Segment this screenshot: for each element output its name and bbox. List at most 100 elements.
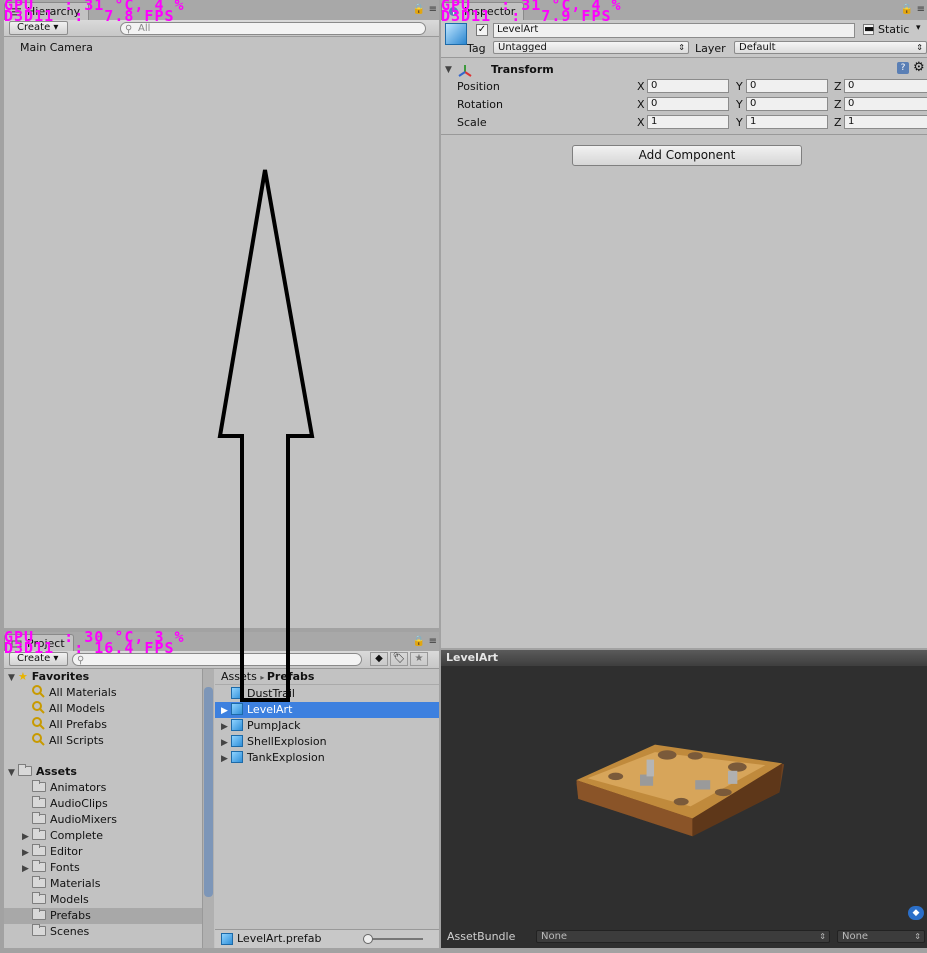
- favorite-star-icon[interactable]: ★: [410, 652, 428, 666]
- panel-menu-icon[interactable]: ≡: [429, 4, 437, 15]
- prefab-item[interactable]: DustTrail: [215, 686, 439, 702]
- transform-y-field[interactable]: 0: [746, 79, 828, 93]
- static-label: Static: [878, 23, 910, 36]
- transform-z-field[interactable]: 0: [844, 79, 927, 93]
- search-filter-icon: [32, 733, 45, 746]
- assets-header[interactable]: ▼ Assets: [8, 764, 77, 780]
- folder-icon: [32, 812, 46, 824]
- perf-overlay-hierarchy: GPU : 31 °C, 4 % D3D11 : 7.8 FPS: [4, 0, 185, 25]
- static-dropdown-icon[interactable]: ▾: [916, 23, 921, 33]
- preview-title: LevelArt: [446, 651, 499, 664]
- assetbundle-label: AssetBundle: [447, 930, 516, 943]
- folder-label: Prefabs: [50, 909, 91, 922]
- axis-label-y: Y: [736, 80, 743, 93]
- expand-arrow-icon[interactable]: ▶: [221, 735, 231, 751]
- filter-by-type-icon[interactable]: ◆: [370, 652, 388, 666]
- layer-dropdown[interactable]: Default ⇕: [734, 41, 927, 54]
- folder-item[interactable]: Models: [4, 892, 202, 908]
- folder-label: Animators: [50, 781, 107, 794]
- assetbundle-variant-dropdown[interactable]: None ⇕: [837, 930, 925, 943]
- folder-item[interactable]: ▶ Fonts: [4, 860, 202, 876]
- favorite-item[interactable]: All Scripts: [32, 733, 104, 749]
- favorite-label: All Materials: [49, 686, 117, 699]
- folder-icon: [32, 876, 46, 888]
- folder-item[interactable]: Prefabs: [4, 908, 202, 924]
- prefab-item[interactable]: ▶ ShellExplosion: [215, 734, 439, 750]
- transform-x-field[interactable]: 0: [647, 79, 729, 93]
- favorite-item[interactable]: All Models: [32, 701, 105, 717]
- folder-item[interactable]: AudioClips: [4, 796, 202, 812]
- folder-item[interactable]: AudioMixers: [4, 812, 202, 828]
- search-filter-icon: [32, 701, 45, 714]
- scrollbar-thumb[interactable]: [204, 687, 213, 897]
- transform-y-field[interactable]: 1: [746, 115, 828, 129]
- expand-arrow-icon[interactable]: ▶: [22, 829, 32, 845]
- object-name-value: LevelArt: [497, 24, 539, 35]
- folder-icon: [32, 924, 46, 936]
- transform-x-field[interactable]: 1: [647, 115, 729, 129]
- folder-item[interactable]: Materials: [4, 876, 202, 892]
- favorites-header[interactable]: ▼ ★ Favorites: [8, 669, 89, 685]
- expand-arrow-icon[interactable]: ▶: [221, 719, 231, 735]
- collapse-arrow-icon[interactable]: ▼: [445, 65, 455, 75]
- prefab-cube-icon: [231, 719, 243, 731]
- folder-icon: [18, 764, 32, 776]
- star-icon: ★: [18, 670, 28, 683]
- tag-dropdown[interactable]: Untagged ⇕: [493, 41, 689, 54]
- transform-row-label: Rotation: [457, 98, 504, 111]
- assetbundle-tag-icon[interactable]: ◆: [908, 906, 924, 920]
- panel-menu-icon[interactable]: ≡: [429, 636, 437, 647]
- transform-row-label: Position: [457, 80, 500, 93]
- folder-item[interactable]: Animators: [4, 780, 202, 796]
- expand-arrow-icon[interactable]: ▶: [22, 845, 32, 861]
- prefab-item[interactable]: ▶ TankExplosion: [215, 750, 439, 766]
- tag-label: Tag: [467, 42, 486, 55]
- favorite-item[interactable]: All Materials: [32, 685, 117, 701]
- favorite-label: All Scripts: [49, 734, 104, 747]
- axis-label-x: X: [637, 116, 645, 129]
- icon-size-slider[interactable]: [363, 934, 423, 944]
- prefab-cube-icon: [231, 735, 243, 747]
- axis-label-z: Z: [834, 116, 842, 129]
- expand-arrow-icon[interactable]: ▶: [22, 861, 32, 877]
- filter-by-label-icon[interactable]: 🏷: [390, 652, 408, 666]
- favorite-label: All Prefabs: [49, 718, 107, 731]
- slider-thumb[interactable]: [363, 934, 373, 944]
- search-filter-icon: [32, 685, 45, 698]
- panel-menu-icon[interactable]: ≡: [917, 4, 925, 15]
- breadcrumb-assets[interactable]: Assets: [221, 670, 257, 683]
- expand-arrow-icon[interactable]: ▶: [221, 751, 231, 767]
- prefab-item[interactable]: ▶ PumpJack: [215, 718, 439, 734]
- folder-item[interactable]: Scenes: [4, 924, 202, 940]
- transform-component: ▼ Transform ? ⚙ Position X 0 Y 0 Z 0 Rotation X 0…: [441, 59, 927, 135]
- assetbundle-dropdown[interactable]: None ⇕: [536, 930, 830, 943]
- hierarchy-item-main-camera[interactable]: Main Camera: [20, 40, 93, 56]
- lock-icon[interactable]: 🔒: [413, 4, 425, 15]
- settings-gear-icon[interactable]: ⚙: [913, 60, 925, 75]
- lock-icon[interactable]: 🔒: [413, 636, 425, 647]
- preview-header: LevelArt: [441, 650, 927, 666]
- object-name-field[interactable]: LevelArt: [493, 23, 855, 38]
- transform-z-field[interactable]: 1: [844, 115, 927, 129]
- expand-arrow-icon[interactable]: ▶: [221, 703, 231, 719]
- folder-tree-scrollbar[interactable]: [202, 669, 214, 948]
- breadcrumb-prefabs[interactable]: Prefabs: [267, 670, 315, 683]
- static-checkbox[interactable]: ▬: [863, 23, 874, 35]
- add-component-button[interactable]: Add Component: [572, 145, 802, 166]
- transform-x-field[interactable]: 0: [647, 97, 729, 111]
- folder-item[interactable]: ▶ Editor: [4, 844, 202, 860]
- folder-label: Editor: [50, 845, 83, 858]
- lock-icon[interactable]: 🔒: [901, 4, 913, 15]
- favorite-item[interactable]: All Prefabs: [32, 717, 107, 733]
- prefab-item[interactable]: ▶ LevelArt: [215, 702, 439, 718]
- prefab-label: DustTrail: [247, 687, 295, 700]
- transform-y-field[interactable]: 0: [746, 97, 828, 111]
- axis-label-x: X: [637, 80, 645, 93]
- help-icon[interactable]: ?: [897, 62, 909, 74]
- transform-z-field[interactable]: 0: [844, 97, 927, 111]
- expand-arrow-icon: ▼: [8, 768, 15, 778]
- folder-item[interactable]: ▶ Complete: [4, 828, 202, 844]
- layer-value: Default: [739, 42, 776, 53]
- level-preview-model[interactable]: [441, 666, 927, 928]
- active-checkbox[interactable]: ✓: [476, 24, 488, 36]
